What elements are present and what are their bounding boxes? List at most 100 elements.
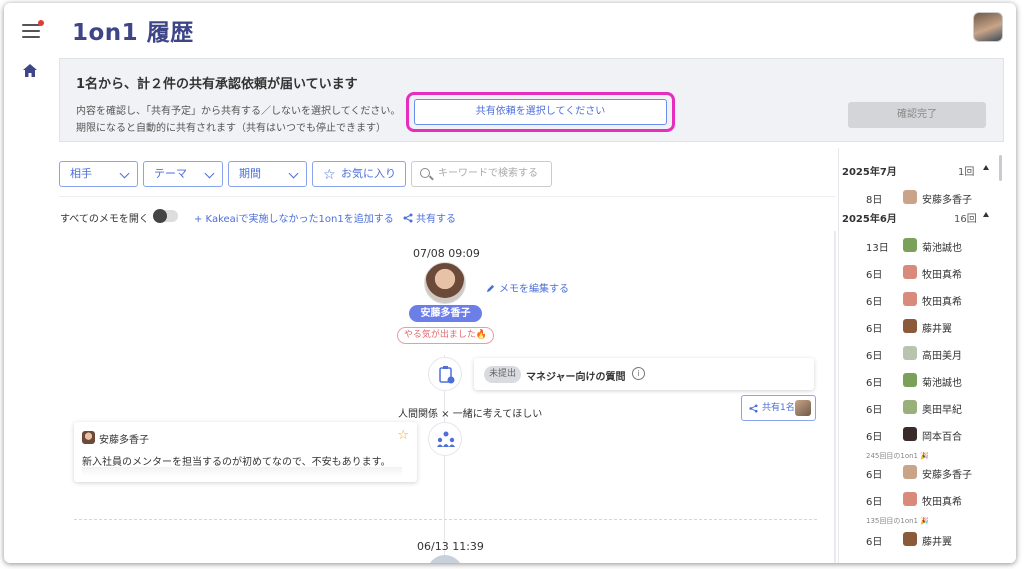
history-item[interactable]: 6日 牧田真希 [866,292,996,308]
chevron-down-icon [119,168,130,179]
history-day: 13日 [866,243,889,254]
chevron-down-icon [288,168,299,179]
search-icon [420,168,430,178]
history-item[interactable]: 6日 牧田真希 [866,492,996,508]
milestone-note: 135回目の1on1 🎉 [866,517,929,525]
people-icon [437,431,455,447]
question-title: マネジャー向けの質問 [526,372,626,383]
select-share-request-button[interactable]: 共有依頼を選択してください [414,99,667,125]
memo-author-name: 安藤多香子 [99,435,149,446]
history-avatar [903,400,917,414]
history-day: 6日 [866,470,883,481]
clipboard-icon [439,366,455,384]
history-name: 菊池誠也 [922,243,962,254]
person-name-pill[interactable]: 安藤多香子 [409,305,482,322]
confirm-complete-button[interactable]: 確認完了 [848,102,986,128]
topic-node [428,422,462,456]
period-filter[interactable]: 期間 [228,161,307,187]
month-label: 2025年7月 [842,167,897,178]
memo-fade [82,467,402,476]
share-request-banner: 1名から、計２件の共有承認依頼が届いています 内容を確認し、「共有予定」から共有… [59,58,1004,142]
period-filter-label: 期間 [239,167,261,180]
history-item[interactable]: 6日 安藤多香子 [866,465,996,481]
theme-filter[interactable]: テーマ [143,161,223,187]
person-photo[interactable] [424,262,466,304]
history-day: 8日 [866,195,883,206]
history-day: 6日 [866,497,883,508]
home-icon[interactable] [22,63,38,79]
share-link-label: 共有する [416,214,456,225]
history-item[interactable]: 6日 高田美月 [866,346,996,362]
history-item[interactable]: 8日 安藤多香子 [866,190,996,206]
history-avatar [903,238,917,252]
history-day: 6日 [866,432,883,443]
favorites-label: お気に入り [341,167,396,180]
edit-memo-label: メモを編集する [499,284,569,295]
menu-icon[interactable] [22,20,44,38]
pencil-icon [486,284,495,293]
not-submitted-badge: 未提出 [484,366,522,383]
timeline-scrollbar[interactable] [834,231,836,563]
history-day: 6日 [866,297,883,308]
memo-card[interactable]: 安藤多香子 ☆ 新入社員のメンターを担当するのが初めてなので、不安もあります。 [74,422,417,482]
history-scrollbar[interactable] [999,155,1002,181]
month-count: 1回 [958,167,975,178]
collapse-icon[interactable] [983,212,989,217]
share-icon [403,213,413,223]
favorites-filter[interactable]: ☆ お気に入り [312,161,406,187]
questionnaire-node [428,357,462,391]
month-header-june[interactable]: 2025年6月 16回 [842,210,992,225]
history-name: 高田美月 [922,351,962,362]
history-name: 安藤多香子 [922,195,972,206]
history-name: 菊池誠也 [922,378,962,389]
chevron-down-icon [204,168,215,179]
history-item[interactable]: 6日 菊池誠也 [866,373,996,389]
favorite-star-icon[interactable]: ☆ [397,428,409,443]
history-day: 6日 [866,351,883,362]
app-window: 1on1 履歴 1名から、計２件の共有承認依頼が届いています 内容を確認し、「共… [4,3,1016,563]
history-item[interactable]: 6日 奥田早紀 [866,400,996,416]
info-icon[interactable]: i [632,367,645,380]
person-photo-2[interactable] [427,555,463,563]
history-item[interactable]: 6日 岡本百合 [866,427,996,443]
history-item[interactable]: 13日 菊池誠也 [866,238,996,254]
history-avatar [903,373,917,387]
month-label: 2025年6月 [842,214,897,225]
shared-count-label: 共有1名 [762,403,795,413]
history-day: 6日 [866,405,883,416]
history-avatar [903,427,917,441]
share-link[interactable]: 共有する [403,210,456,225]
history-item[interactable]: 6日 藤井翼 [866,319,996,335]
history-name: 安藤多香子 [922,470,972,481]
entry-divider [74,519,817,520]
month-header-july[interactable]: 2025年7月 1回 [842,163,992,178]
banner-deadline-note: 期限になると自動的に共有されます（共有はいつでも停止できます） [76,123,386,134]
search-input[interactable]: キーワードで検索する [411,161,552,187]
add-offline-1on1-link[interactable]: + Kakeaiで実施しなかった1on1を追加する [194,210,394,225]
notification-dot [38,20,44,26]
edit-memo-link[interactable]: メモを編集する [486,280,569,295]
open-all-memos-toggle[interactable] [153,209,178,223]
history-avatar [903,265,917,279]
partner-filter[interactable]: 相手 [59,161,138,187]
history-name: 岡本百合 [922,432,962,443]
share-select-highlight: 共有依頼を選択してください [406,92,675,132]
banner-title: 1名から、計２件の共有承認依頼が届いています [76,77,358,92]
shared-with-button[interactable]: 共有1名 [741,395,816,421]
open-all-memos-label: すべてのメモを開く [60,214,149,225]
mood-badge: やる気が出ました🔥 [397,327,494,344]
history-avatar [903,292,917,306]
history-day: 6日 [866,378,883,389]
collapse-icon[interactable] [983,165,989,170]
history-item[interactable]: 6日 牧田真希 [866,265,996,281]
history-name: 牧田真希 [922,270,962,281]
history-item[interactable]: 6日 藤井翼 [866,532,996,548]
history-name: 藤井翼 [922,537,952,548]
shared-user-avatar [795,400,811,416]
history-day: 6日 [866,324,883,335]
history-avatar [903,319,917,333]
month-count: 16回 [954,214,977,225]
question-card[interactable]: 未提出 マネジャー向けの質問 i [474,358,814,390]
history-name: 牧田真希 [922,497,962,508]
user-avatar[interactable] [973,12,1003,42]
